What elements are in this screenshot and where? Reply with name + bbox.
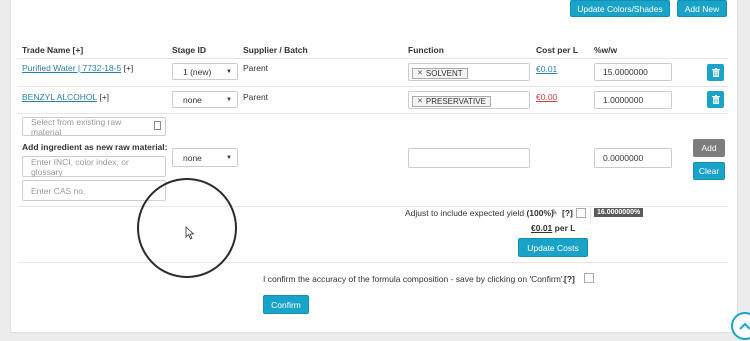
chevron-up-icon	[739, 322, 750, 330]
add-ingredient-label: Add ingredient as new raw material:	[22, 142, 168, 152]
header-function: Function	[408, 45, 444, 55]
remove-tag-icon[interactable]: ✕	[417, 69, 423, 77]
expand-toggle[interactable]: [+]	[99, 92, 109, 102]
pencil-icon[interactable]: ✎	[551, 208, 558, 217]
scroll-to-top-button[interactable]	[731, 312, 750, 340]
cost-link[interactable]: €0.01	[536, 64, 557, 74]
stage-select[interactable]: none ▼	[172, 91, 238, 108]
total-pct-badge: 16.0000000%	[594, 208, 644, 217]
add-button[interactable]: Add	[693, 139, 725, 157]
delete-button[interactable]	[707, 91, 724, 108]
wwpct-input[interactable]: 15.0000000	[594, 63, 672, 81]
header-trade-name[interactable]: Trade Name [+]	[22, 45, 83, 55]
chevron-down-icon: ▼	[226, 154, 232, 161]
trash-icon	[711, 68, 720, 77]
select-existing-input[interactable]: Select from existing raw material	[22, 117, 166, 137]
add-new-button[interactable]: Add New	[677, 0, 727, 17]
total-cost-value[interactable]: €0.01	[531, 223, 552, 233]
header-wwpct: %w/w	[594, 45, 618, 55]
help-link[interactable]: [?]	[562, 208, 573, 218]
total-cost: €0.01 per L	[531, 223, 575, 233]
cas-input[interactable]: Enter CAS no.	[22, 180, 166, 201]
delete-button[interactable]	[707, 64, 724, 81]
mouse-cursor-icon	[185, 226, 195, 240]
confirm-text: I confirm the accuracy of the formula co…	[263, 274, 565, 284]
function-tag-label: SOLVENT	[425, 68, 463, 78]
wwpct-input[interactable]: 0.0000000	[594, 148, 672, 168]
confirm-checkbox[interactable]	[584, 273, 594, 283]
clear-button[interactable]: Clear	[693, 162, 725, 180]
cost-link[interactable]: €0.00	[536, 92, 557, 102]
table-row: Purified Water | 7732-18-5 [+]	[22, 63, 133, 73]
remove-tag-icon[interactable]: ✕	[417, 97, 423, 105]
function-tag-label: PRESERVATIVE	[425, 96, 486, 106]
wwpct-input[interactable]: 1.0000000	[594, 91, 672, 109]
stage-select[interactable]: none ▼	[172, 148, 238, 167]
header-cost: Cost per L	[536, 45, 579, 55]
update-costs-button[interactable]: Update Costs	[518, 238, 588, 257]
stage-value: none	[183, 94, 202, 105]
confirm-button[interactable]: Confirm	[263, 295, 309, 314]
stage-value: none	[183, 152, 202, 163]
table-row: BENZYL ALCOHOL [+]	[22, 92, 109, 102]
supplier-text: Parent	[243, 63, 269, 73]
stage-select[interactable]: 1 (new) ▼	[172, 63, 238, 80]
inci-input[interactable]: Enter INCI, color index, or glossary	[22, 156, 166, 177]
function-tag: ✕ PRESERVATIVE	[412, 95, 491, 107]
trash-icon	[711, 95, 720, 104]
function-tag: ✕ SOLVENT	[412, 67, 468, 79]
adjust-label: Adjust to include expected yield	[405, 208, 525, 218]
total-cost-unit: per L	[554, 223, 576, 233]
list-icon[interactable]	[154, 121, 161, 130]
chevron-down-icon: ▼	[226, 96, 232, 103]
adjust-pct: (100%)	[526, 208, 554, 218]
function-input[interactable]	[408, 148, 530, 168]
adjust-checkbox[interactable]	[576, 208, 586, 218]
update-colors-button[interactable]: Update Colors/Shades	[570, 0, 670, 17]
supplier-text: Parent	[243, 92, 269, 102]
header-stage-id: Stage ID	[172, 45, 207, 55]
trade-name-link[interactable]: Purified Water | 7732-18-5	[22, 63, 121, 73]
function-tag-input[interactable]: ✕ SOLVENT	[408, 63, 530, 81]
header-supplier: Supplier / Batch	[243, 45, 308, 55]
confirm-help-link[interactable]: [?]	[564, 274, 575, 284]
trade-name-link[interactable]: BENZYL ALCOHOL	[22, 92, 97, 102]
chevron-down-icon: ▼	[226, 68, 232, 75]
expand-toggle[interactable]: [+]	[124, 63, 134, 73]
adjust-yield: Adjust to include expected yield (100%)	[405, 208, 554, 218]
function-tag-input[interactable]: ✕ PRESERVATIVE	[408, 91, 530, 109]
stage-value: 1 (new)	[183, 66, 212, 77]
